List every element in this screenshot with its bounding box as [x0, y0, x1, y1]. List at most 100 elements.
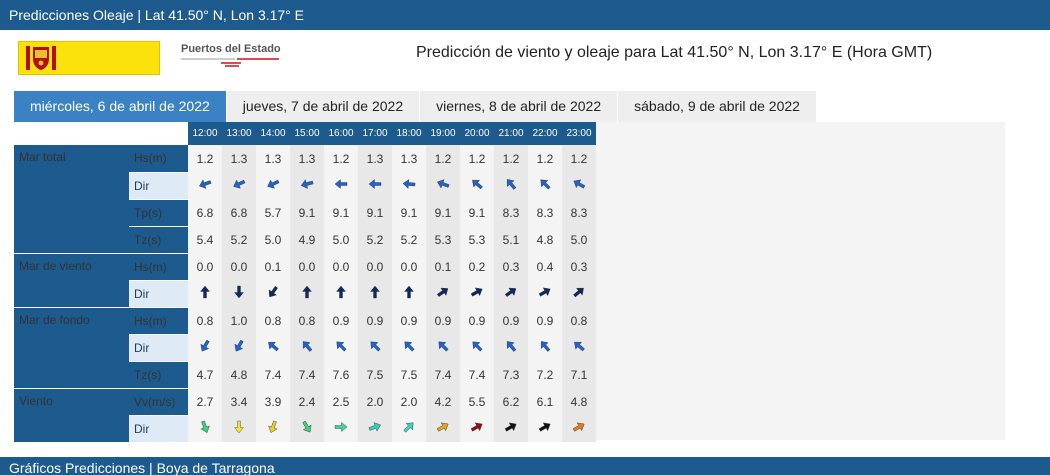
direction-cell: [562, 415, 596, 442]
direction-cell: [460, 334, 494, 361]
value-cell: 1.2: [324, 145, 358, 172]
value-cell: 1.3: [222, 145, 256, 172]
direction-cell: [392, 334, 426, 361]
direction-arrow-icon: [268, 341, 279, 352]
direction-cell: [222, 334, 256, 361]
direction-cell: [290, 280, 324, 307]
value-cell: 0.9: [528, 307, 562, 334]
value-cell: 2.0: [358, 388, 392, 415]
direction-cell: [290, 415, 324, 442]
direction-arrow-icon: [268, 285, 278, 298]
value-cell: 7.4: [290, 361, 324, 388]
gobierno-de-espana-logo: [18, 41, 160, 75]
value-cell: 6.8: [188, 199, 222, 226]
direction-cell: [188, 415, 222, 442]
value-cell: 0.8: [188, 307, 222, 334]
direction-cell: [222, 280, 256, 307]
tab-day-3[interactable]: viernes, 8 de abril de 2022: [420, 91, 618, 122]
forecast-row: Viento Vv(m/s) 2.7 3.4 3.9 2.4 2.5 2.0 2.0 4.2 5.5…: [14, 388, 596, 443]
section-label: Viento: [14, 388, 129, 443]
direction-arrow-icon: [334, 422, 348, 432]
hour-label: 14:00: [256, 122, 290, 145]
direction-arrow-icon: [268, 420, 278, 433]
direction-cell: [494, 280, 528, 307]
hour-label: 13:00: [222, 122, 256, 145]
direction-cell: [188, 172, 222, 199]
tab-day-4[interactable]: sábado, 9 de abril de 2022: [618, 91, 816, 122]
direction-cell: [528, 334, 562, 361]
direction-arrow-icon: [336, 341, 347, 352]
direction-arrow-icon: [267, 179, 280, 189]
value-cell: 0.3: [494, 253, 528, 280]
direction-arrow-icon: [402, 179, 416, 189]
direction-arrow-icon: [436, 287, 449, 297]
value-cell: 0.0: [222, 253, 256, 280]
variable-label: Hs(m): [129, 145, 188, 173]
forecast-table: 12:00 13:00 14:00 15:00 16:00 17:00 18:00 19:00…: [14, 122, 596, 443]
direction-arrow-icon: [233, 179, 246, 189]
top-bar: Predicciones Oleaje | Lat 41.50° N, Lon …: [0, 0, 1050, 30]
direction-arrow-icon: [574, 341, 585, 352]
value-cell: 1.3: [256, 145, 290, 172]
value-cell: 1.2: [188, 145, 222, 172]
hours-spacer: [129, 122, 188, 145]
direction-arrow-icon: [538, 287, 551, 297]
direction-arrow-icon: [200, 339, 210, 352]
value-cell: 7.4: [426, 361, 460, 388]
hours-row: 12:00 13:00 14:00 15:00 16:00 17:00 18:00 19:00…: [14, 122, 596, 145]
value-cell: 3.4: [222, 388, 256, 415]
direction-arrow-icon: [300, 179, 314, 189]
direction-arrow-icon: [199, 179, 212, 189]
day-tabs: miércoles, 6 de abril de 2022 jueves, 7 …: [14, 91, 817, 122]
direction-cell: [358, 280, 392, 307]
direction-cell: [358, 415, 392, 442]
direction-arrow-icon: [404, 285, 414, 299]
variable-label: Dir: [129, 280, 188, 308]
variable-label: Dir: [129, 334, 188, 362]
value-cell: 5.1: [494, 226, 528, 253]
value-cell: 1.3: [358, 145, 392, 172]
direction-cell: [460, 172, 494, 199]
value-cell: 1.0: [222, 307, 256, 334]
direction-cell: [222, 415, 256, 442]
direction-arrow-icon: [334, 179, 348, 189]
direction-arrow-icon: [436, 422, 449, 432]
value-cell: 2.5: [324, 388, 358, 415]
hour-label: 23:00: [562, 122, 596, 145]
value-cell: 4.8: [528, 226, 562, 253]
direction-cell: [188, 334, 222, 361]
value-cell: 1.2: [562, 145, 596, 172]
value-cell: 2.0: [392, 388, 426, 415]
hours-spacer: [14, 122, 129, 145]
value-cell: 0.9: [358, 307, 392, 334]
value-cell: 5.0: [562, 226, 596, 253]
direction-cell: [460, 415, 494, 442]
value-cell: 7.2: [528, 361, 562, 388]
value-cell: 4.8: [562, 388, 596, 415]
value-cell: 0.0: [290, 253, 324, 280]
tab-day-2[interactable]: jueves, 7 de abril de 2022: [226, 91, 420, 122]
value-cell: 0.0: [188, 253, 222, 280]
value-cell: 0.1: [256, 253, 290, 280]
direction-arrow-icon: [540, 179, 551, 190]
value-cell: 5.7: [256, 199, 290, 226]
top-bar-title: Predicciones Oleaje | Lat 41.50° N, Lon …: [9, 7, 305, 23]
value-cell: 5.3: [460, 226, 494, 253]
direction-arrow-icon: [470, 422, 483, 432]
value-cell: 8.3: [528, 199, 562, 226]
direction-cell: [528, 280, 562, 307]
direction-arrow-icon: [506, 179, 517, 190]
variable-label: Vv(m/s): [129, 388, 188, 416]
hour-label: 12:00: [188, 122, 222, 145]
forecast-row: Mar de fondo Hs(m) 0.8 1.0 0.8 0.8 0.9 0.9 0.9 0.…: [14, 307, 596, 389]
hour-label: 19:00: [426, 122, 460, 145]
direction-cell: [392, 280, 426, 307]
value-cell: 0.4: [528, 253, 562, 280]
direction-cell: [290, 334, 324, 361]
direction-arrow-icon: [540, 341, 551, 352]
tab-day-1[interactable]: miércoles, 6 de abril de 2022: [14, 91, 226, 122]
value-cell: 2.7: [188, 388, 222, 415]
value-cell: 1.2: [494, 145, 528, 172]
value-cell: 7.6: [324, 361, 358, 388]
variable-label: Dir: [129, 415, 188, 443]
